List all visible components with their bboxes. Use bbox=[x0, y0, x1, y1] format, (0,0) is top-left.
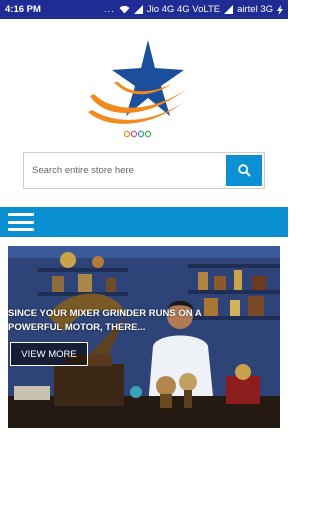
status-bar: 4:16 PM ... Jio 4G 4G VoLTE airtel 3G bbox=[0, 0, 288, 19]
notification-dots: ... bbox=[103, 4, 115, 15]
hero-caption: SINCE YOUR MIXER GRINDER RUNS ON A POWER… bbox=[8, 308, 202, 333]
logo-dot-icon bbox=[130, 130, 138, 138]
wifi-icon bbox=[119, 5, 130, 14]
nav-bar bbox=[0, 207, 288, 237]
view-more-button[interactable]: VIEW MORE bbox=[10, 342, 88, 366]
hero-banner[interactable]: SINCE YOUR MIXER GRINDER RUNS ON A POWER… bbox=[8, 246, 280, 428]
search-box bbox=[23, 152, 265, 189]
status-time: 4:16 PM bbox=[5, 4, 41, 15]
signal-icon bbox=[224, 5, 234, 14]
carrier-two: airtel 3G bbox=[237, 4, 273, 15]
hamburger-menu-icon[interactable] bbox=[8, 213, 34, 231]
logo-dot-icon bbox=[144, 130, 152, 138]
search-input[interactable] bbox=[24, 153, 224, 188]
star-swoosh-logo[interactable] bbox=[84, 38, 192, 138]
carrier-one: Jio 4G 4G VoLTE bbox=[146, 4, 221, 15]
search-button[interactable] bbox=[226, 155, 262, 186]
logo-dot-icon bbox=[123, 130, 131, 138]
hero-image bbox=[8, 246, 280, 428]
signal-icon bbox=[133, 5, 143, 14]
search-icon bbox=[237, 164, 251, 177]
logo-dot-icon bbox=[137, 130, 145, 138]
status-indicators: ... Jio 4G 4G VoLTE airtel 3G bbox=[104, 4, 283, 15]
battery-charging-icon bbox=[277, 4, 283, 15]
